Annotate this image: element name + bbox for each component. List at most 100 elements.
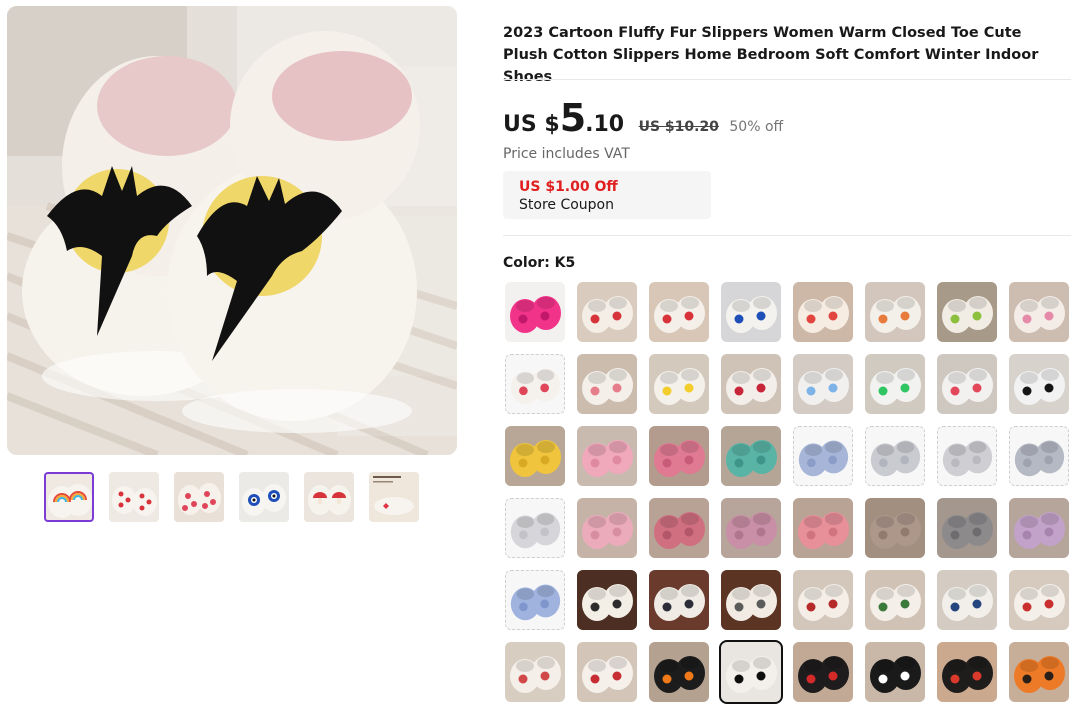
color-swatch-pink[interactable] bbox=[577, 426, 637, 486]
color-swatch-yellow-flowers[interactable] bbox=[649, 354, 709, 414]
color-swatch-avocado[interactable] bbox=[937, 282, 997, 342]
evil-eye-slipper-icon bbox=[721, 282, 781, 342]
black-check-slipper-icon bbox=[1009, 354, 1069, 414]
color-swatch-light-grey[interactable] bbox=[865, 426, 925, 486]
color-swatch-mushroom[interactable] bbox=[577, 282, 637, 342]
color-swatch-periwinkle[interactable] bbox=[793, 426, 853, 486]
mauve-slipper-icon bbox=[721, 498, 781, 558]
thumbnail-rainbow[interactable] bbox=[44, 472, 94, 522]
taupe-slipper-icon bbox=[865, 498, 925, 558]
original-price: US $10.20 bbox=[638, 119, 719, 135]
color-swatch-hot-pink[interactable] bbox=[649, 426, 709, 486]
avocado-slipper-icon bbox=[937, 282, 997, 342]
main-product-image[interactable] bbox=[7, 6, 457, 455]
color-swatch-pink-bow[interactable] bbox=[1009, 282, 1069, 342]
price-integer: 5 bbox=[559, 96, 586, 140]
color-swatch-blue-slide[interactable] bbox=[505, 570, 565, 630]
santa-face-slipper-icon bbox=[505, 642, 565, 702]
vat-note: Price includes VAT bbox=[503, 146, 630, 162]
reindeer-slipper-icon bbox=[793, 570, 853, 630]
color-swatch-bat-k5[interactable] bbox=[719, 640, 783, 704]
skeleton-slipper-icon bbox=[865, 642, 925, 702]
color-swatch-eye-black[interactable] bbox=[649, 570, 709, 630]
color-swatch-rose[interactable] bbox=[649, 498, 709, 558]
color-swatch-white-grey[interactable] bbox=[505, 498, 565, 558]
mushroom-slippers-icon bbox=[304, 472, 354, 522]
color-swatch-big-heart[interactable] bbox=[793, 282, 853, 342]
color-swatch-mauve[interactable] bbox=[721, 498, 781, 558]
color-swatch-rainbow-white[interactable] bbox=[865, 282, 925, 342]
color-swatch-moon-cream[interactable] bbox=[721, 570, 781, 630]
color-swatch-blush[interactable] bbox=[577, 498, 637, 558]
color-swatch-black-check[interactable] bbox=[1009, 354, 1069, 414]
color-swatch-green-check[interactable] bbox=[865, 354, 925, 414]
color-swatch-teal[interactable] bbox=[721, 426, 781, 486]
color-swatch-blue-check[interactable] bbox=[793, 354, 853, 414]
color-swatch-evil-eye[interactable] bbox=[721, 282, 781, 342]
color-swatch-blue-grey[interactable] bbox=[1009, 426, 1069, 486]
color-swatch-skeleton[interactable] bbox=[865, 642, 925, 702]
color-swatch-strawberries[interactable] bbox=[721, 354, 781, 414]
blue-grey-slipper-icon bbox=[1010, 427, 1068, 485]
color-swatch-pumpkin-orange[interactable] bbox=[1009, 642, 1069, 702]
color-swatch-coral[interactable] bbox=[793, 498, 853, 558]
coupon-amount: US $1.00 Off bbox=[519, 179, 618, 195]
pumpkin-orange-slipper-icon bbox=[1009, 642, 1069, 702]
color-swatch-silver[interactable] bbox=[937, 426, 997, 486]
color-swatch-santa-white[interactable] bbox=[1009, 570, 1069, 630]
color-swatch-lilac[interactable] bbox=[1009, 498, 1069, 558]
thumbnail-size-chart[interactable] bbox=[369, 472, 419, 522]
hot-pink-slipper-icon bbox=[649, 426, 709, 486]
thumbnail-evil-eye[interactable] bbox=[239, 472, 289, 522]
color-swatch-blue-eye[interactable] bbox=[937, 570, 997, 630]
thumbnail-strawberry[interactable] bbox=[174, 472, 224, 522]
teal-slipper-icon bbox=[721, 426, 781, 486]
rose-slipper-icon bbox=[649, 498, 709, 558]
color-swatch-pink-dots[interactable] bbox=[577, 354, 637, 414]
color-swatch-green-deer[interactable] bbox=[865, 570, 925, 630]
color-swatch-moon-brown[interactable] bbox=[577, 570, 637, 630]
evil-eye-slippers-icon bbox=[239, 472, 289, 522]
thumbnail-mushroom[interactable] bbox=[304, 472, 354, 522]
color-swatch-taupe[interactable] bbox=[865, 498, 925, 558]
yellow-flowers-slipper-icon bbox=[649, 354, 709, 414]
store-coupon[interactable]: US $1.00 Off Store Coupon bbox=[503, 171, 711, 219]
blue-check-slipper-icon bbox=[793, 354, 853, 414]
red-check-slipper-icon bbox=[937, 354, 997, 414]
color-swatch-santa-claus[interactable] bbox=[577, 642, 637, 702]
moon-cream-slipper-icon bbox=[721, 570, 781, 630]
color-swatch-skull-black[interactable] bbox=[937, 642, 997, 702]
color-swatch-grey-fur[interactable] bbox=[937, 498, 997, 558]
color-swatch-yellow[interactable] bbox=[505, 426, 565, 486]
color-swatch-red-devil[interactable] bbox=[793, 642, 853, 702]
discount-badge: 50% off bbox=[729, 119, 784, 135]
color-swatch-pink-slide[interactable] bbox=[505, 282, 565, 342]
color-swatch-red-hearts[interactable] bbox=[649, 282, 709, 342]
silver-slipper-icon bbox=[938, 427, 996, 485]
rainbow-white-slipper-icon bbox=[865, 282, 925, 342]
bat-k5-slipper-icon bbox=[721, 642, 781, 702]
price-row: US $5.10 US $10.20 50% off bbox=[503, 96, 783, 140]
bat-slippers-image bbox=[7, 6, 457, 455]
pink-bow-slipper-icon bbox=[1009, 282, 1069, 342]
strawberries-slipper-icon bbox=[721, 354, 781, 414]
pink-dots-slipper-icon bbox=[577, 354, 637, 414]
red-hearts-slippers-icon bbox=[109, 472, 159, 522]
santa-white-slipper-icon bbox=[1009, 570, 1069, 630]
white-grey-slipper-icon bbox=[506, 499, 564, 557]
color-swatch-red-check[interactable] bbox=[937, 354, 997, 414]
pink-slipper-icon bbox=[577, 426, 637, 486]
pumpkin-black-slipper-icon bbox=[649, 642, 709, 702]
grey-fur-slipper-icon bbox=[937, 498, 997, 558]
color-swatch-strawberry-white[interactable] bbox=[505, 354, 565, 414]
strawberry-white-slipper-icon bbox=[506, 355, 564, 413]
coral-slipper-icon bbox=[793, 498, 853, 558]
red-hearts-slipper-icon bbox=[649, 282, 709, 342]
thumbnail-red-hearts[interactable] bbox=[109, 472, 159, 522]
green-check-slipper-icon bbox=[865, 354, 925, 414]
size-chart-icon bbox=[369, 472, 419, 522]
color-swatch-reindeer[interactable] bbox=[793, 570, 853, 630]
color-swatch-santa-face[interactable] bbox=[505, 642, 565, 702]
pink-slide-slipper-icon bbox=[505, 282, 565, 342]
color-swatch-pumpkin-black[interactable] bbox=[649, 642, 709, 702]
